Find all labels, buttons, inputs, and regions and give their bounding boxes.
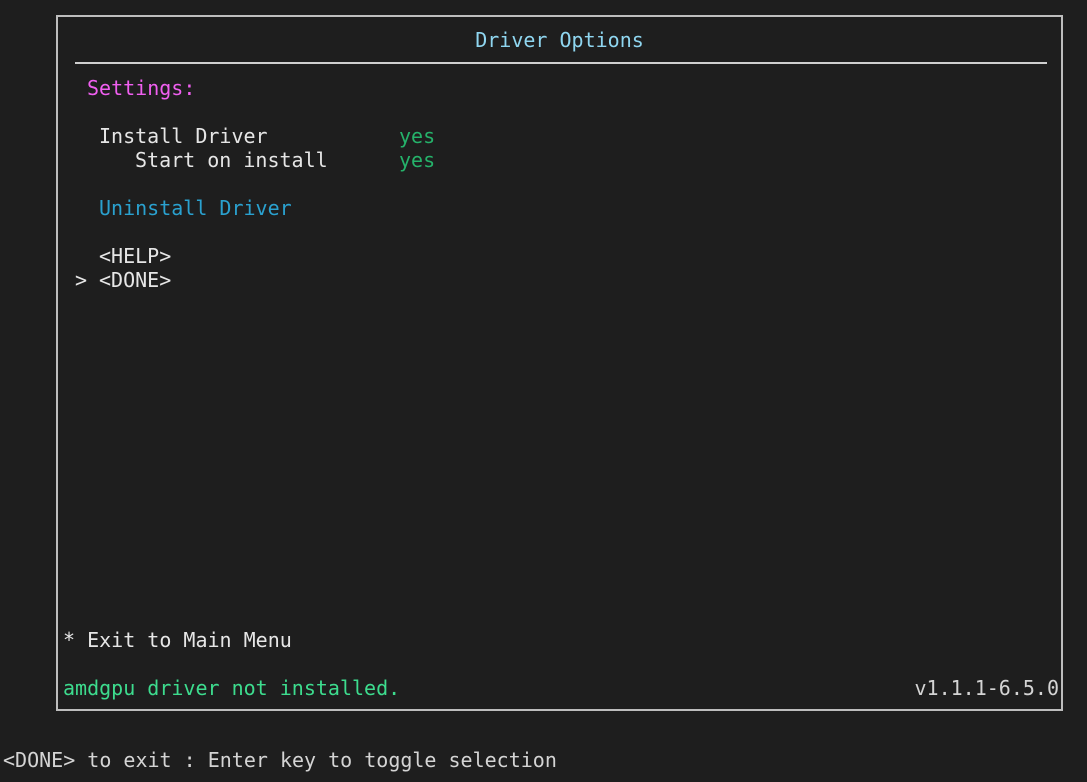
selection-cursor: >	[75, 268, 88, 292]
title-divider	[75, 62, 1047, 64]
install-driver-option[interactable]: Install Driver	[99, 124, 268, 148]
driver-status-message: amdgpu driver not installed.	[63, 676, 401, 700]
settings-heading: Settings:	[87, 76, 196, 100]
dialog-title: Driver Options	[475, 28, 644, 52]
help-button[interactable]: <HELP>	[99, 244, 171, 268]
uninstall-driver-button[interactable]: Uninstall Driver	[99, 196, 292, 220]
version-label: v1.1.1-6.5.0	[914, 676, 1060, 700]
footer-hint: <DONE> to exit : Enter key to toggle sel…	[3, 748, 557, 772]
done-button[interactable]: <DONE>	[99, 268, 171, 292]
exit-main-menu-hint: * Exit to Main Menu	[63, 628, 292, 652]
start-on-install-option[interactable]: Start on install	[135, 148, 328, 172]
install-driver-value[interactable]: yes	[399, 124, 435, 148]
dialog-frame	[56, 15, 1063, 711]
start-on-install-value[interactable]: yes	[399, 148, 435, 172]
